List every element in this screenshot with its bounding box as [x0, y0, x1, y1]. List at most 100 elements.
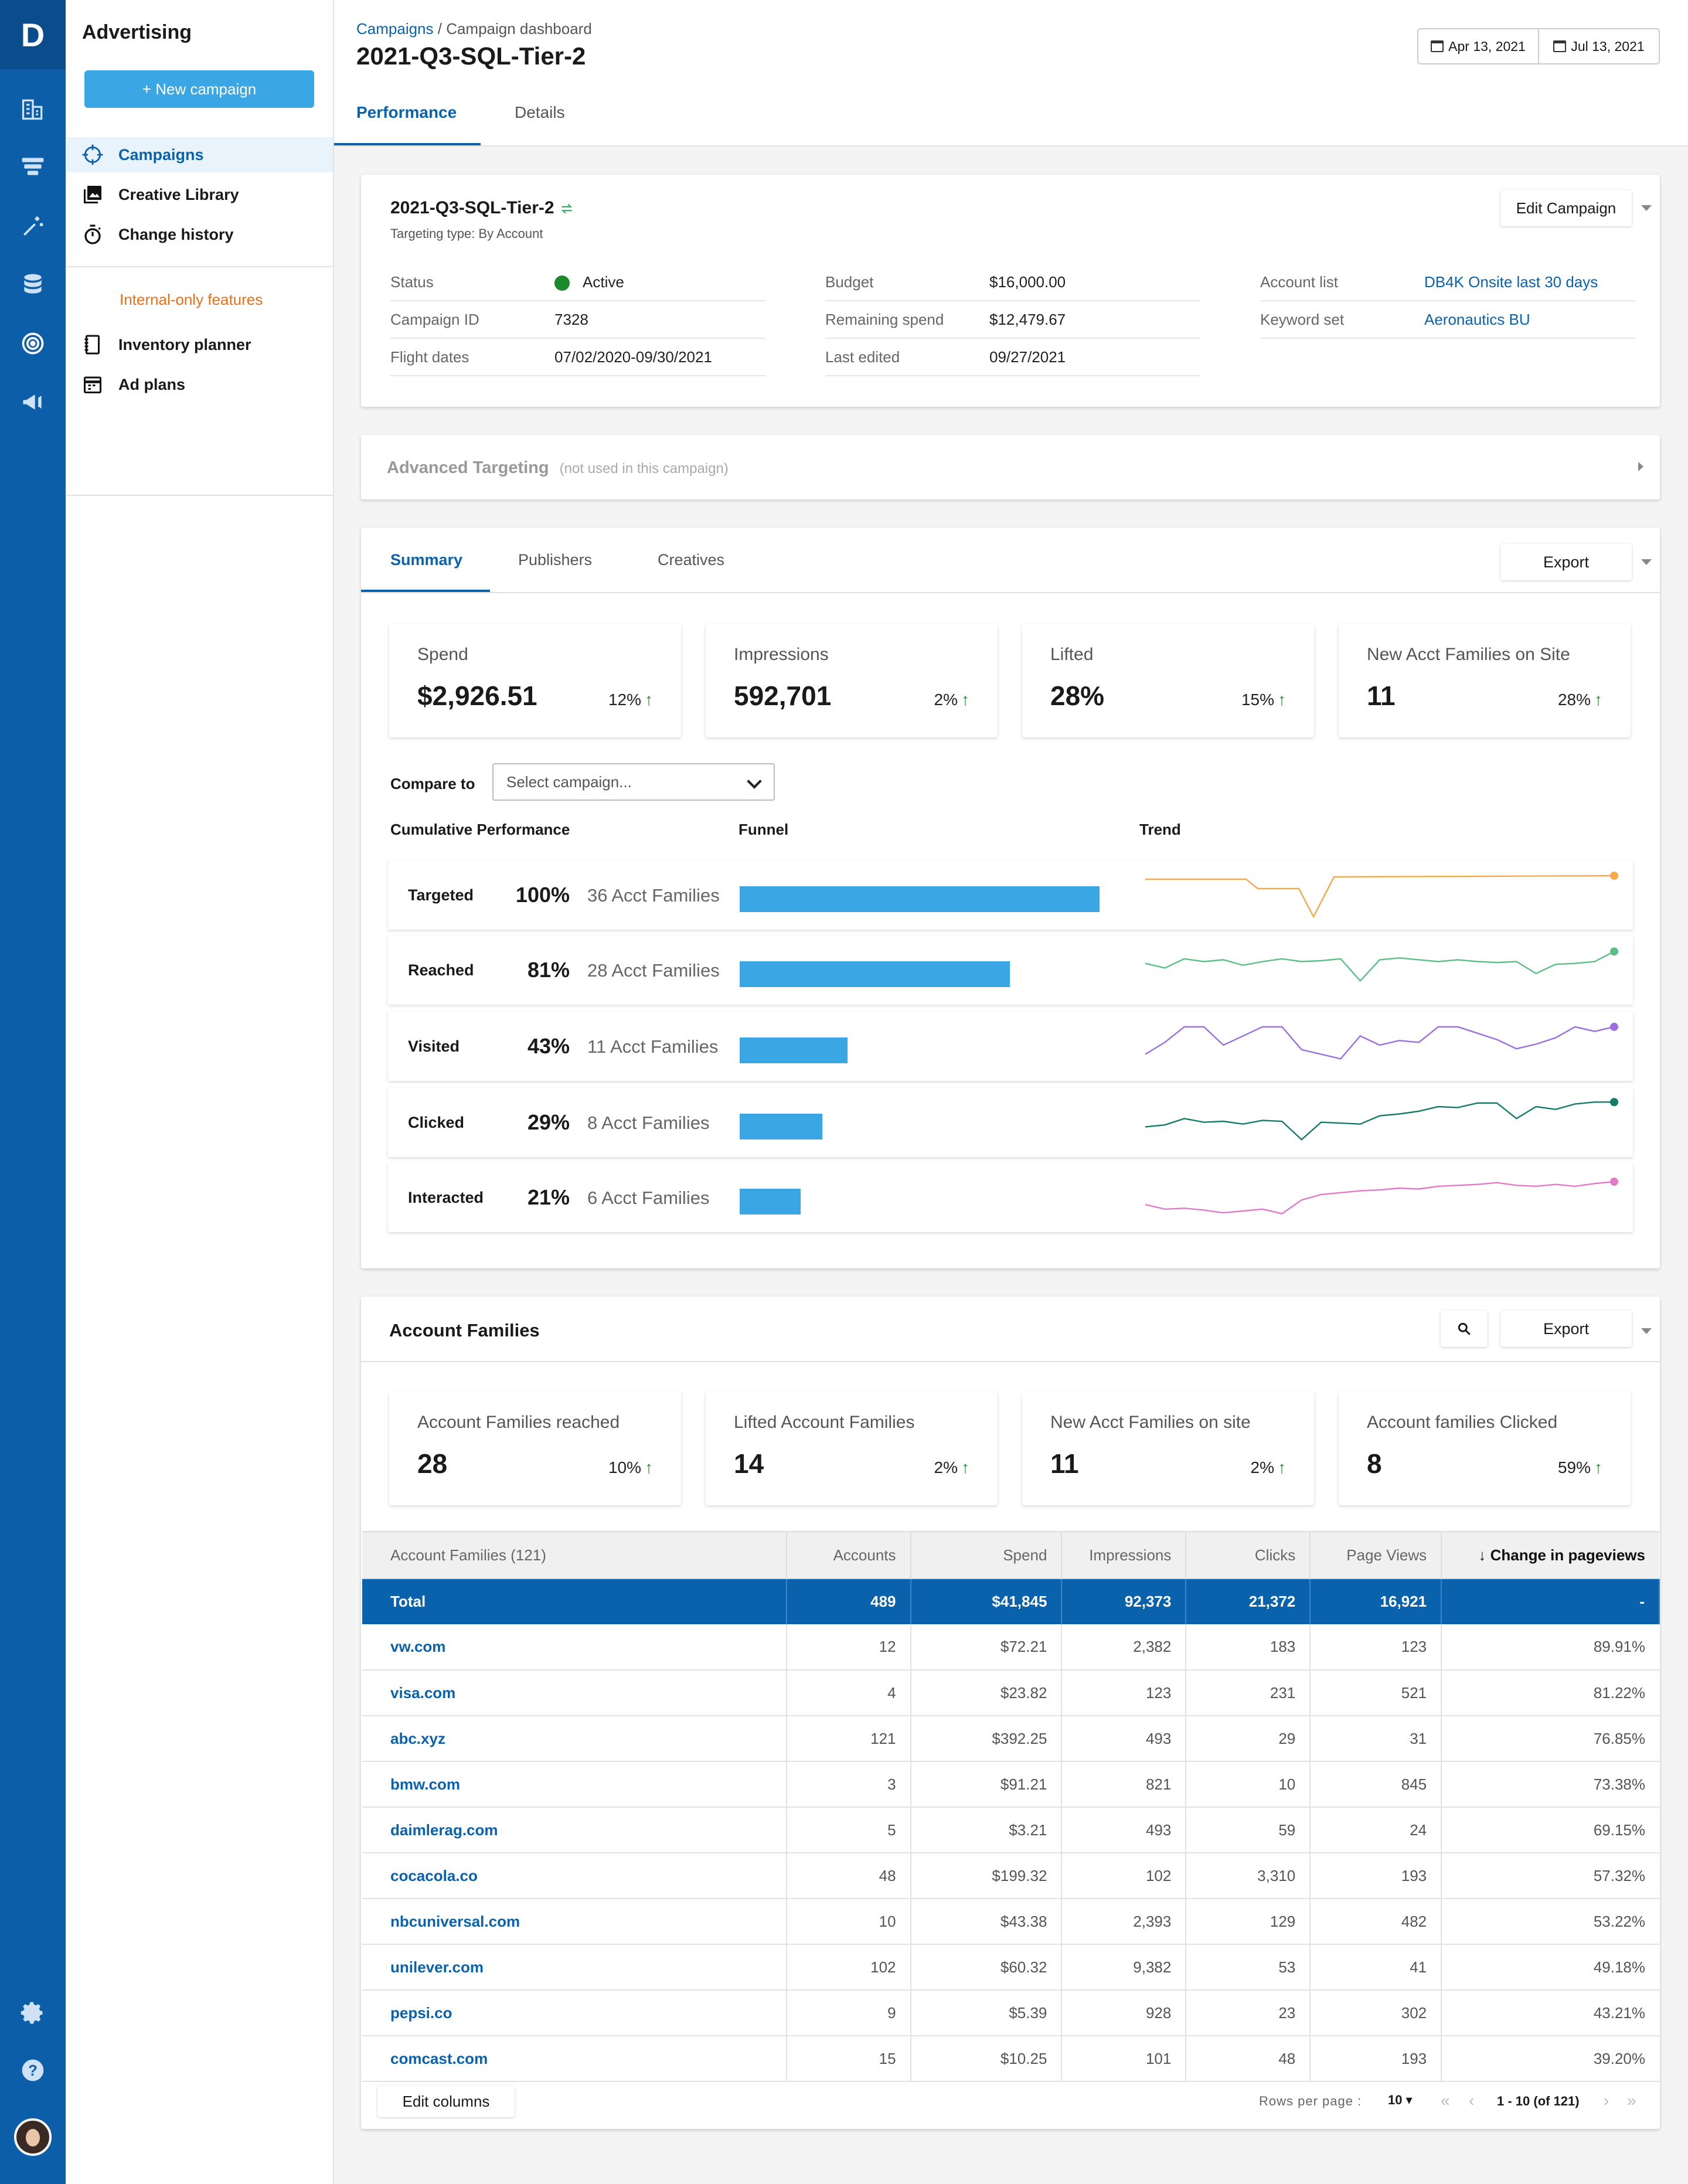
new-campaign-button[interactable]: + New campaign: [84, 70, 314, 108]
funnel-row-visited: Visited 43% 11 Acct Families: [388, 1012, 1633, 1081]
compare-campaign-select[interactable]: Select campaign...: [492, 763, 775, 801]
table-cell: $199.32: [910, 1853, 1063, 1899]
edit-columns-button[interactable]: Edit columns: [377, 2086, 515, 2117]
page-range: 1 - 10 (of 121): [1497, 2094, 1580, 2108]
table-row: nbcuniversal.com 10 $43.38 2,393 129 482 53.22…: [362, 1899, 1659, 1945]
chevron-down-icon[interactable]: [1641, 559, 1652, 565]
tab-publishers[interactable]: Publishers: [518, 551, 592, 569]
account-family-link[interactable]: comcast.com: [362, 2036, 787, 2082]
chevron-down-icon[interactable]: [1641, 205, 1652, 211]
sidebar-item-change-history[interactable]: Change history: [66, 217, 333, 252]
stopwatch-icon: [81, 223, 104, 246]
next-page-icon[interactable]: ›: [1604, 2091, 1609, 2110]
column-header[interactable]: ↓ Change in pageviews: [1441, 1531, 1659, 1579]
table-cell: 521: [1310, 1670, 1442, 1716]
arrow-up-icon: ↑: [961, 690, 969, 709]
tab-creatives[interactable]: Creatives: [658, 551, 724, 569]
column-header[interactable]: Page Views: [1310, 1531, 1442, 1579]
trend-endpoint: [1610, 1022, 1618, 1031]
table-cell: 845: [1310, 1761, 1442, 1808]
account-family-link[interactable]: cocacola.co: [362, 1853, 787, 1899]
account-family-link[interactable]: visa.com: [362, 1670, 787, 1716]
first-page-icon[interactable]: «: [1441, 2091, 1450, 2110]
table-cell: $91.21: [910, 1761, 1063, 1808]
keyword-set-link[interactable]: Aeronautics BU: [1424, 311, 1530, 329]
table-cell: 3: [786, 1761, 911, 1808]
app-logo[interactable]: D: [0, 0, 66, 69]
column-header[interactable]: Accounts: [786, 1531, 911, 1579]
funnel-bar: [740, 961, 1010, 987]
funnel-family-count: 6 Acct Families: [587, 1188, 710, 1208]
funnel-family-count: 8 Acct Families: [587, 1113, 710, 1133]
column-header[interactable]: Impressions: [1061, 1531, 1187, 1579]
megaphone-icon[interactable]: [18, 387, 48, 417]
gear-icon[interactable]: [18, 1998, 48, 2028]
table-cell: 4: [786, 1670, 911, 1716]
table-cell: 16,921: [1310, 1579, 1442, 1624]
sidebar-item-label: Creative Library: [118, 185, 239, 203]
trend-sparkline: [1145, 872, 1618, 918]
funnel-percent-label: 43%: [527, 1034, 570, 1058]
table-cell: 123: [1061, 1670, 1187, 1716]
edit-campaign-button[interactable]: Edit Campaign: [1500, 190, 1632, 226]
start-date[interactable]: Apr 13, 2021: [1418, 29, 1538, 63]
account-family-link[interactable]: vw.com: [362, 1624, 787, 1671]
account-family-link[interactable]: bmw.com: [362, 1761, 787, 1808]
funnel-row-targeted: Targeted 100% 36 Acct Families: [388, 860, 1633, 930]
flight-dates-row: Flight dates 07/02/2020-09/30/2021: [390, 339, 765, 376]
column-header[interactable]: Spend: [910, 1531, 1063, 1579]
previous-page-icon[interactable]: ‹: [1469, 2091, 1474, 2110]
account-family-link[interactable]: daimlerag.com: [362, 1807, 787, 1853]
breadcrumb-campaigns-link[interactable]: Campaigns: [356, 20, 434, 38]
chevron-right-icon[interactable]: [1638, 462, 1643, 471]
help-icon[interactable]: ?: [18, 2055, 48, 2086]
column-header[interactable]: Account Families (121): [362, 1531, 787, 1579]
sidebar-item-label: Campaigns: [118, 145, 204, 164]
account-family-link[interactable]: abc.xyz: [362, 1716, 787, 1762]
sidebar-item-inventory-planner[interactable]: Inventory planner: [66, 327, 333, 362]
tab-details[interactable]: Details: [515, 103, 565, 122]
date-range-picker[interactable]: Apr 13, 2021 Jul 13, 2021: [1417, 28, 1660, 64]
sidebar-item-ad-plans[interactable]: Ad plans: [66, 367, 333, 402]
last-page-icon[interactable]: »: [1627, 2091, 1636, 2110]
account-family-link[interactable]: pepsi.co: [362, 1990, 787, 2036]
column-header[interactable]: Clicks: [1186, 1531, 1311, 1579]
account-families-title: Account Families: [389, 1320, 540, 1341]
table-cell: $43.38: [910, 1899, 1063, 1945]
summary-panel: Summary Publishers Creatives Export Spen…: [361, 528, 1660, 1268]
advanced-targeting-panel[interactable]: Advanced Targeting (not used in this camp…: [361, 435, 1660, 499]
tab-performance[interactable]: Performance: [356, 103, 457, 122]
table-cell: 183: [1186, 1624, 1311, 1671]
total-row: Total 489 $41,845 92,373 21,372 16,921-: [362, 1579, 1660, 1624]
buildings-icon[interactable]: [18, 94, 48, 124]
sidebar-item-campaigns[interactable]: Campaigns: [66, 137, 333, 172]
table-cell: 9: [786, 1990, 911, 2036]
chevron-down-icon[interactable]: [1641, 1328, 1652, 1334]
campaign-name: 2021-Q3-SQL-Tier-2: [390, 198, 574, 218]
table-cell: 193: [1310, 1853, 1442, 1899]
table-cell: 76.85%: [1441, 1716, 1659, 1762]
divider: [361, 1361, 1660, 1362]
account-family-link[interactable]: nbcuniversal.com: [362, 1899, 787, 1945]
funnel-family-count: 11 Acct Families: [587, 1036, 719, 1057]
export-button[interactable]: Export: [1500, 544, 1632, 580]
database-icon[interactable]: [18, 270, 48, 300]
tab-summary[interactable]: Summary: [390, 551, 462, 569]
target-icon[interactable]: [18, 328, 48, 359]
avatar[interactable]: [14, 2118, 52, 2156]
funnel-stage-label: Targeted: [408, 886, 474, 904]
account-list-link[interactable]: DB4K Onsite last 30 days: [1424, 273, 1598, 291]
magic-wand-icon[interactable]: [18, 211, 48, 241]
funnel-icon[interactable]: [18, 151, 48, 182]
end-date[interactable]: Jul 13, 2021: [1538, 29, 1659, 63]
rows-per-page-select[interactable]: 10 ▾: [1388, 2093, 1413, 2108]
account-family-link[interactable]: unilever.com: [362, 1944, 787, 1991]
table-cell: 57.32%: [1441, 1853, 1659, 1899]
table-cell: 493: [1061, 1716, 1187, 1762]
export-button[interactable]: Export: [1500, 1311, 1632, 1347]
sidebar-item-creative-library[interactable]: Creative Library: [66, 177, 333, 212]
trend-sparkline: [1145, 1178, 1618, 1215]
table-cell: 2,382: [1061, 1624, 1187, 1671]
table-cell: 21,372: [1186, 1579, 1311, 1624]
search-button[interactable]: [1441, 1311, 1488, 1347]
